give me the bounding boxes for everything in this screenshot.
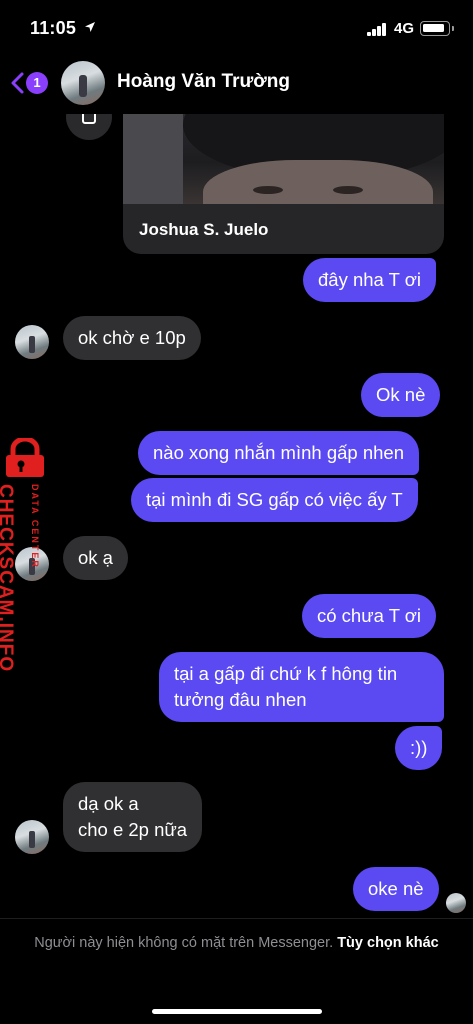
battery-icon — [420, 21, 454, 36]
chat-header: 1 Hoàng Văn Trường — [0, 56, 473, 114]
status-bar: 11:05 4G — [0, 0, 473, 56]
back-chevron-icon[interactable] — [9, 71, 25, 95]
home-indicator[interactable] — [152, 1009, 322, 1014]
divider — [0, 918, 473, 919]
watermark: CHECKSCAM.INFO DATA CENTER — [0, 438, 56, 672]
lock-icon — [6, 438, 44, 477]
offline-notice: Người này hiện không có mặt trên Messeng… — [30, 932, 443, 955]
more-options-link[interactable]: Tùy chọn khác — [337, 935, 439, 951]
watermark-sub-text: DATA CENTER — [30, 484, 40, 569]
seen-receipt-avatar — [446, 893, 466, 913]
contact-avatar[interactable] — [61, 61, 105, 105]
message-bubble-outgoing[interactable]: có chưa T ơi — [302, 594, 437, 638]
message-bubble-outgoing[interactable]: Ok nè — [361, 373, 441, 417]
message-bubble-incoming[interactable]: ok ạ — [63, 536, 128, 580]
sender-avatar[interactable] — [15, 820, 49, 854]
shared-profile-card[interactable]: Joshua S. Juelo — [123, 100, 444, 254]
shared-profile-photo — [123, 100, 444, 204]
message-line: tại a gấp đi chứ k f hông tin — [174, 663, 398, 684]
location-arrow-icon — [85, 22, 95, 32]
network-type: 4G — [394, 20, 415, 37]
message-bubble-incoming[interactable]: dạ ok a cho e 2p nữa — [63, 782, 203, 852]
sender-avatar[interactable] — [15, 325, 49, 359]
message-bubble-outgoing[interactable]: :)) — [395, 726, 443, 770]
message-line: dạ ok a — [78, 793, 139, 814]
message-bubble-outgoing[interactable]: tại a gấp đi chứ k f hông tin tưởng đâu … — [159, 652, 444, 722]
message-bubble-outgoing[interactable]: đây nha T ơi — [303, 258, 436, 302]
contact-name[interactable]: Hoàng Văn Trường — [117, 71, 290, 93]
message-bubble-outgoing[interactable]: tại mình đi SG gấp có việc ấy T — [131, 478, 418, 522]
watermark-main-text: CHECKSCAM.INFO — [0, 484, 16, 673]
message-line: tưởng đâu nhen — [174, 689, 307, 710]
unread-badge[interactable]: 1 — [26, 72, 48, 94]
message-line: cho e 2p nữa — [78, 819, 188, 840]
status-time: 11:05 — [30, 18, 77, 38]
signal-icon — [367, 23, 387, 36]
message-bubble-incoming[interactable]: ok chờ e 10p — [63, 316, 201, 360]
message-bubble-outgoing[interactable]: oke nè — [353, 867, 439, 911]
shared-profile-name: Joshua S. Juelo — [139, 220, 269, 239]
offline-notice-text: Người này hiện không có mặt trên Messeng… — [34, 935, 334, 951]
message-bubble-outgoing[interactable]: nào xong nhắn mình gấp nhen — [138, 431, 419, 475]
